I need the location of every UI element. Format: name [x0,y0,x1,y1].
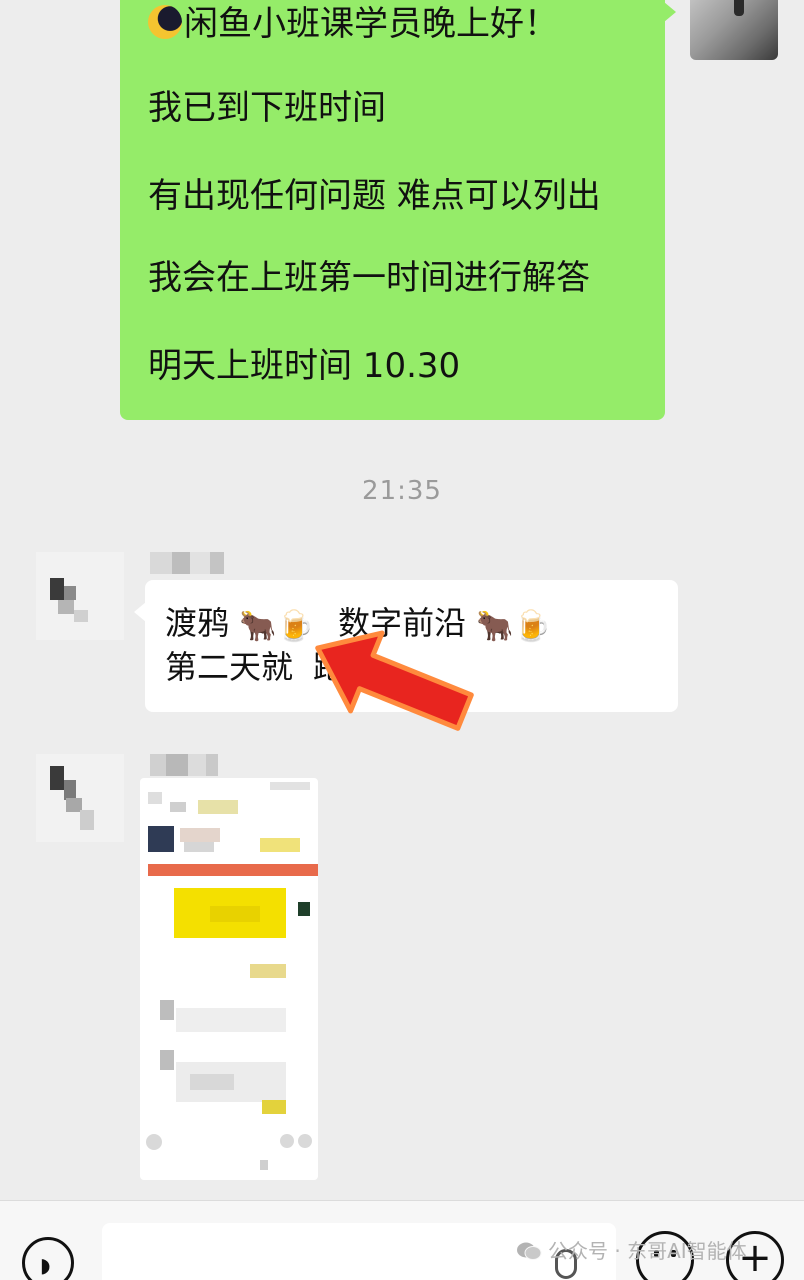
sender-name-blurred [150,552,224,574]
my-avatar[interactable] [690,0,778,60]
voice-icon [146,1134,162,1150]
blurred-pixel [148,864,318,876]
avatar-pixel [50,578,64,600]
message-line-text: 第二天就 [165,648,294,686]
voice-wave-icon: ◗ [40,1253,51,1277]
message-line-text: 闲鱼小班课学员晚上好！ [184,4,558,44]
blurred-pixel [170,802,186,812]
voice-input-button[interactable]: ◗ [22,1237,74,1280]
wechat-logo-icon [517,1242,542,1260]
ox-emoji-icon: 🐂 [239,609,277,644]
blurred-pixel [262,1100,286,1114]
sender-name-blurred [150,754,218,776]
blurred-pixel [198,800,238,814]
message-line: 明天上班时间 10.30 [148,346,461,386]
red-arrow-annotation [315,630,474,731]
back-icon [260,1160,268,1170]
message-line: 我已到下班时间 [148,88,386,128]
avatar-pixel [64,586,76,600]
moon-emoji-icon [148,5,182,39]
blurred-pixel [260,838,300,852]
blurred-pixel [180,828,220,842]
blurred-pixel [184,842,214,852]
avatar-pixel [74,610,88,622]
chat-screen: 闲鱼小班课学员晚上好！ 我已到下班时间 有出现任何问题 难点可以列出 我会在上班… [0,0,804,1280]
blurred-pixel [250,964,286,978]
sender-avatar[interactable] [36,552,124,640]
outgoing-message-bubble[interactable]: 闲鱼小班课学员晚上好！ 我已到下班时间 有出现任何问题 难点可以列出 我会在上班… [120,0,676,420]
avatar-pixel [64,780,76,800]
message-line: 闲鱼小班课学员晚上好！ [148,2,558,46]
ox-emoji-icon: 🐂 [476,609,514,644]
blurred-pixel [160,1000,174,1020]
blurred-pixel [270,782,310,790]
message-timestamp: 21:35 [362,476,442,506]
blurred-pixel [148,826,174,852]
image-message[interactable] [140,778,318,1180]
avatar-pixel [58,600,74,614]
blurred-pixel [176,1008,286,1032]
message-line: 有出现任何问题 难点可以列出 [148,176,601,216]
avatar-pixel [80,810,94,830]
blurred-pixel [160,1050,174,1070]
emoji-icon [280,1134,294,1148]
beer-emoji-icon: 🍺 [513,609,551,644]
blurred-pixel [298,902,310,916]
avatar-pixel [50,766,64,790]
avatar-figure [734,0,744,16]
blurred-pixel [210,906,260,922]
message-line: 我会在上班第一时间进行解答 [148,258,590,298]
plus-icon [298,1134,312,1148]
watermark-text: 公众号 · 东哥AI智能体 [548,1239,747,1263]
blurred-pixel [190,1074,234,1090]
nickname-text: 渡鸦 [165,604,230,642]
watermark: 公众号 · 东哥AI智能体 [516,1236,747,1266]
sender-avatar[interactable] [36,754,124,842]
blurred-pixel [148,792,162,804]
